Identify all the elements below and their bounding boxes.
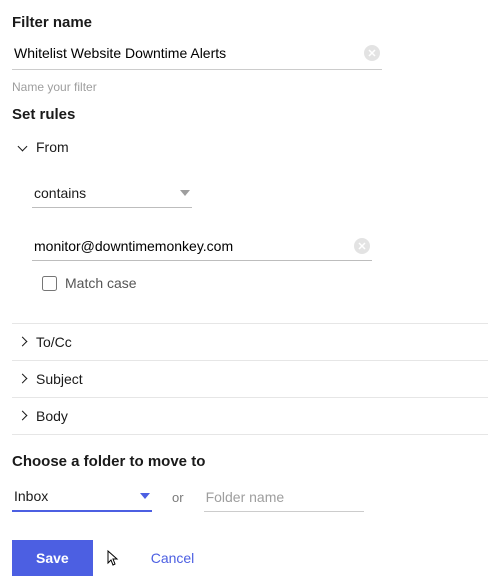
condition-value: contains (34, 185, 86, 201)
rule-from-label: From (36, 139, 69, 155)
set-rules-heading: Set rules (12, 106, 488, 123)
filter-name-input[interactable] (14, 43, 364, 63)
chevron-down-icon (18, 142, 28, 152)
rule-subject-label: Subject (36, 371, 83, 387)
rule-tocc-label: To/Cc (36, 334, 72, 350)
choose-folder-heading: Choose a folder to move to (12, 453, 488, 470)
from-value-input[interactable] (34, 238, 354, 254)
chevron-right-icon (18, 374, 28, 384)
caret-down-icon (140, 493, 150, 499)
match-case-row[interactable]: Match case (42, 275, 482, 291)
rule-tocc-header[interactable]: To/Cc (12, 324, 488, 361)
match-case-checkbox[interactable] (42, 276, 57, 291)
filter-name-heading: Filter name (12, 14, 488, 31)
clear-icon[interactable] (354, 238, 370, 254)
save-button[interactable]: Save (12, 540, 93, 576)
filter-name-helper: Name your filter (12, 80, 488, 94)
or-label: or (172, 490, 184, 505)
condition-select[interactable]: contains (32, 179, 192, 208)
filter-name-field-wrap (12, 37, 382, 70)
match-case-label: Match case (65, 275, 137, 291)
cancel-button[interactable]: Cancel (151, 550, 195, 566)
folder-selected-value: Inbox (14, 488, 48, 504)
folder-name-input[interactable] (204, 483, 364, 512)
rule-subject-header[interactable]: Subject (12, 361, 488, 398)
cursor-icon (103, 549, 121, 574)
chevron-right-icon (18, 337, 28, 347)
rule-from-section: From contains Match case (12, 129, 488, 324)
folder-select[interactable]: Inbox (12, 482, 152, 512)
chevron-right-icon (18, 411, 28, 421)
clear-icon[interactable] (364, 45, 380, 61)
rule-from-body: contains Match case (12, 165, 488, 303)
button-row: Save Cancel (12, 540, 488, 576)
caret-down-icon (180, 190, 190, 196)
from-value-wrap (32, 232, 372, 261)
rule-body-label: Body (36, 408, 68, 424)
rule-body-header[interactable]: Body (12, 398, 488, 435)
rule-from-header[interactable]: From (12, 129, 488, 165)
folder-row: Inbox or (12, 482, 488, 512)
